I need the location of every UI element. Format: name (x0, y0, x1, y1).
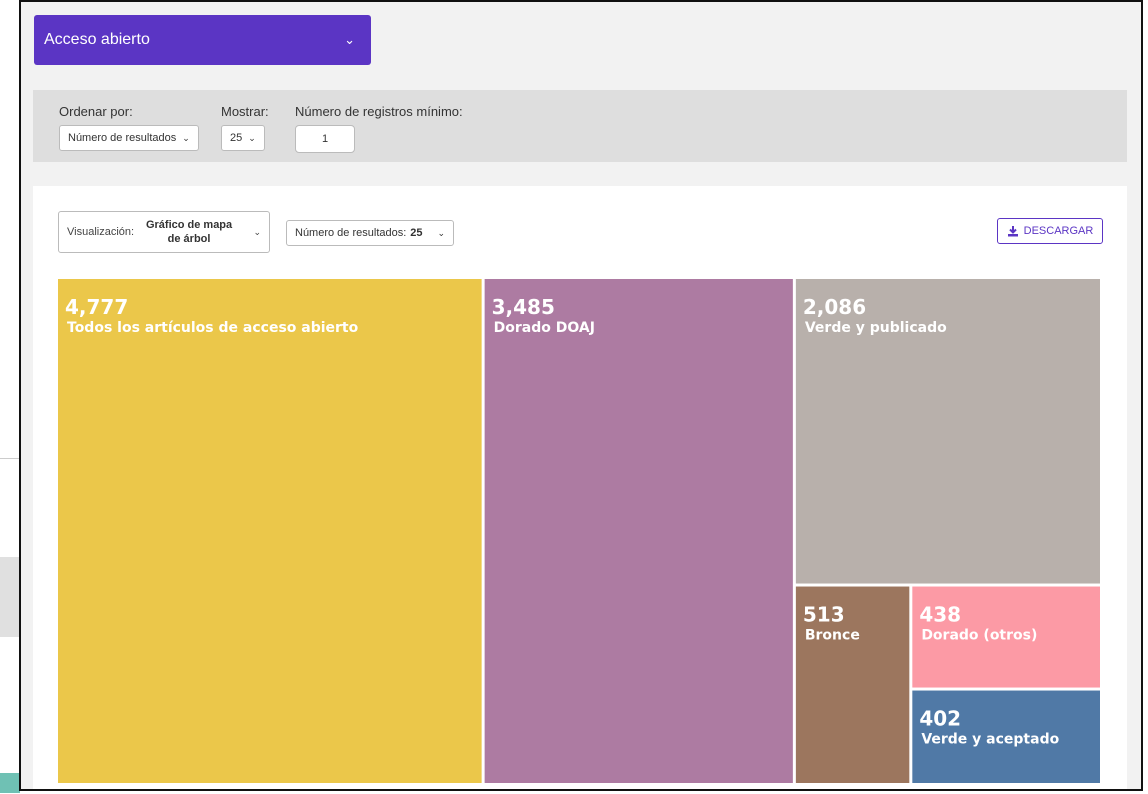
treemap-tile-label: Verde y aceptado (921, 732, 1059, 748)
treemap-tile-verde-y-publicado[interactable]: 2,086Verde y publicado (795, 279, 1100, 584)
treemap-chart: 4,777 Todos los artículos de acceso abier… (58, 279, 1103, 786)
treemap-tile-value: 3,485 (492, 295, 555, 319)
treemap-tile-label: Verde y publicado (805, 320, 947, 336)
show-select[interactable]: 25 ⌄ (221, 125, 265, 151)
chevron-down-icon: ⌄ (344, 32, 355, 47)
treemap-tile-label: Bronce (805, 628, 860, 644)
visualization-label: Visualización: (67, 226, 135, 238)
treemap-tile-rect (58, 279, 482, 783)
treemap-tile-value: 513 (803, 603, 845, 627)
treemap-tile-rect (484, 279, 793, 783)
show-group: Mostrar: 25 ⌄ (221, 104, 269, 151)
visualization-select[interactable]: Visualización: Gráfico de mapa de árbol … (58, 211, 270, 253)
chevron-down-icon: ⌄ (253, 226, 261, 237)
open-access-select-value: Acceso abierto (44, 31, 150, 48)
sort-group: Ordenar por: Número de resultados ⌄ (59, 104, 199, 151)
chevron-down-icon: ⌄ (182, 132, 190, 143)
min-records-label: Número de registros mínimo: (295, 104, 463, 119)
background-accent (0, 773, 20, 793)
min-records-input[interactable]: 1 (295, 125, 355, 153)
results-count-label: Número de resultados: (295, 227, 407, 239)
chevron-down-icon: ⌄ (437, 227, 445, 238)
sort-label: Ordenar por: (59, 104, 133, 119)
treemap-tile-dorado-otros[interactable]: 438Dorado (otros) (912, 586, 1100, 688)
treemap-tile-verde-y-aceptado[interactable]: 402Verde y aceptado (912, 690, 1100, 783)
treemap-tile-value: 4,777 (65, 295, 128, 319)
treemap-tile-bronce[interactable]: 513Bronce (795, 586, 910, 783)
screenshot-frame: Acceso abierto ⌄ Ordenar por: Número de … (19, 0, 1143, 791)
results-count-value: 25 (410, 227, 423, 239)
treemap-tile-label: Dorado DOAJ (494, 320, 595, 336)
results-count-select[interactable]: Número de resultados: 25 ⌄ (286, 220, 454, 246)
open-access-select[interactable]: Acceso abierto ⌄ (34, 15, 371, 65)
visualization-value: Gráfico de mapa de árbol (145, 219, 233, 245)
show-label: Mostrar: (221, 104, 269, 119)
min-records-group: Número de registros mínimo: 1 (295, 104, 463, 153)
treemap-tile-todos-los-articulos-de-acceso-abierto[interactable]: 4,777Todos los artículos de acceso abier… (58, 279, 482, 783)
treemap-tile-label: Todos los artículos de acceso abierto (67, 320, 359, 336)
download-label: DESCARGAR (1023, 225, 1094, 237)
sort-select-value: Número de resultados (68, 132, 177, 144)
treemap-tile-value: 438 (919, 603, 961, 627)
filter-bar: Ordenar por: Número de resultados ⌄ Most… (33, 90, 1127, 162)
treemap-svg: 4,777Todos los artículos de acceso abier… (58, 279, 1100, 783)
download-button[interactable]: DESCARGAR (997, 218, 1103, 244)
treemap-tile-label: Dorado (otros) (921, 628, 1037, 644)
chevron-down-icon: ⌄ (248, 132, 256, 143)
show-select-value: 25 (230, 132, 243, 144)
background-band (0, 557, 20, 637)
results-card: Visualización: Gráfico de mapa de árbol … (33, 186, 1127, 789)
treemap-tile-dorado-doaj[interactable]: 3,485Dorado DOAJ (484, 279, 793, 783)
treemap-tile-value: 402 (919, 707, 961, 731)
treemap-tile-value: 2,086 (803, 295, 866, 319)
sort-select[interactable]: Número de resultados ⌄ (59, 125, 199, 151)
download-icon (1007, 226, 1018, 237)
